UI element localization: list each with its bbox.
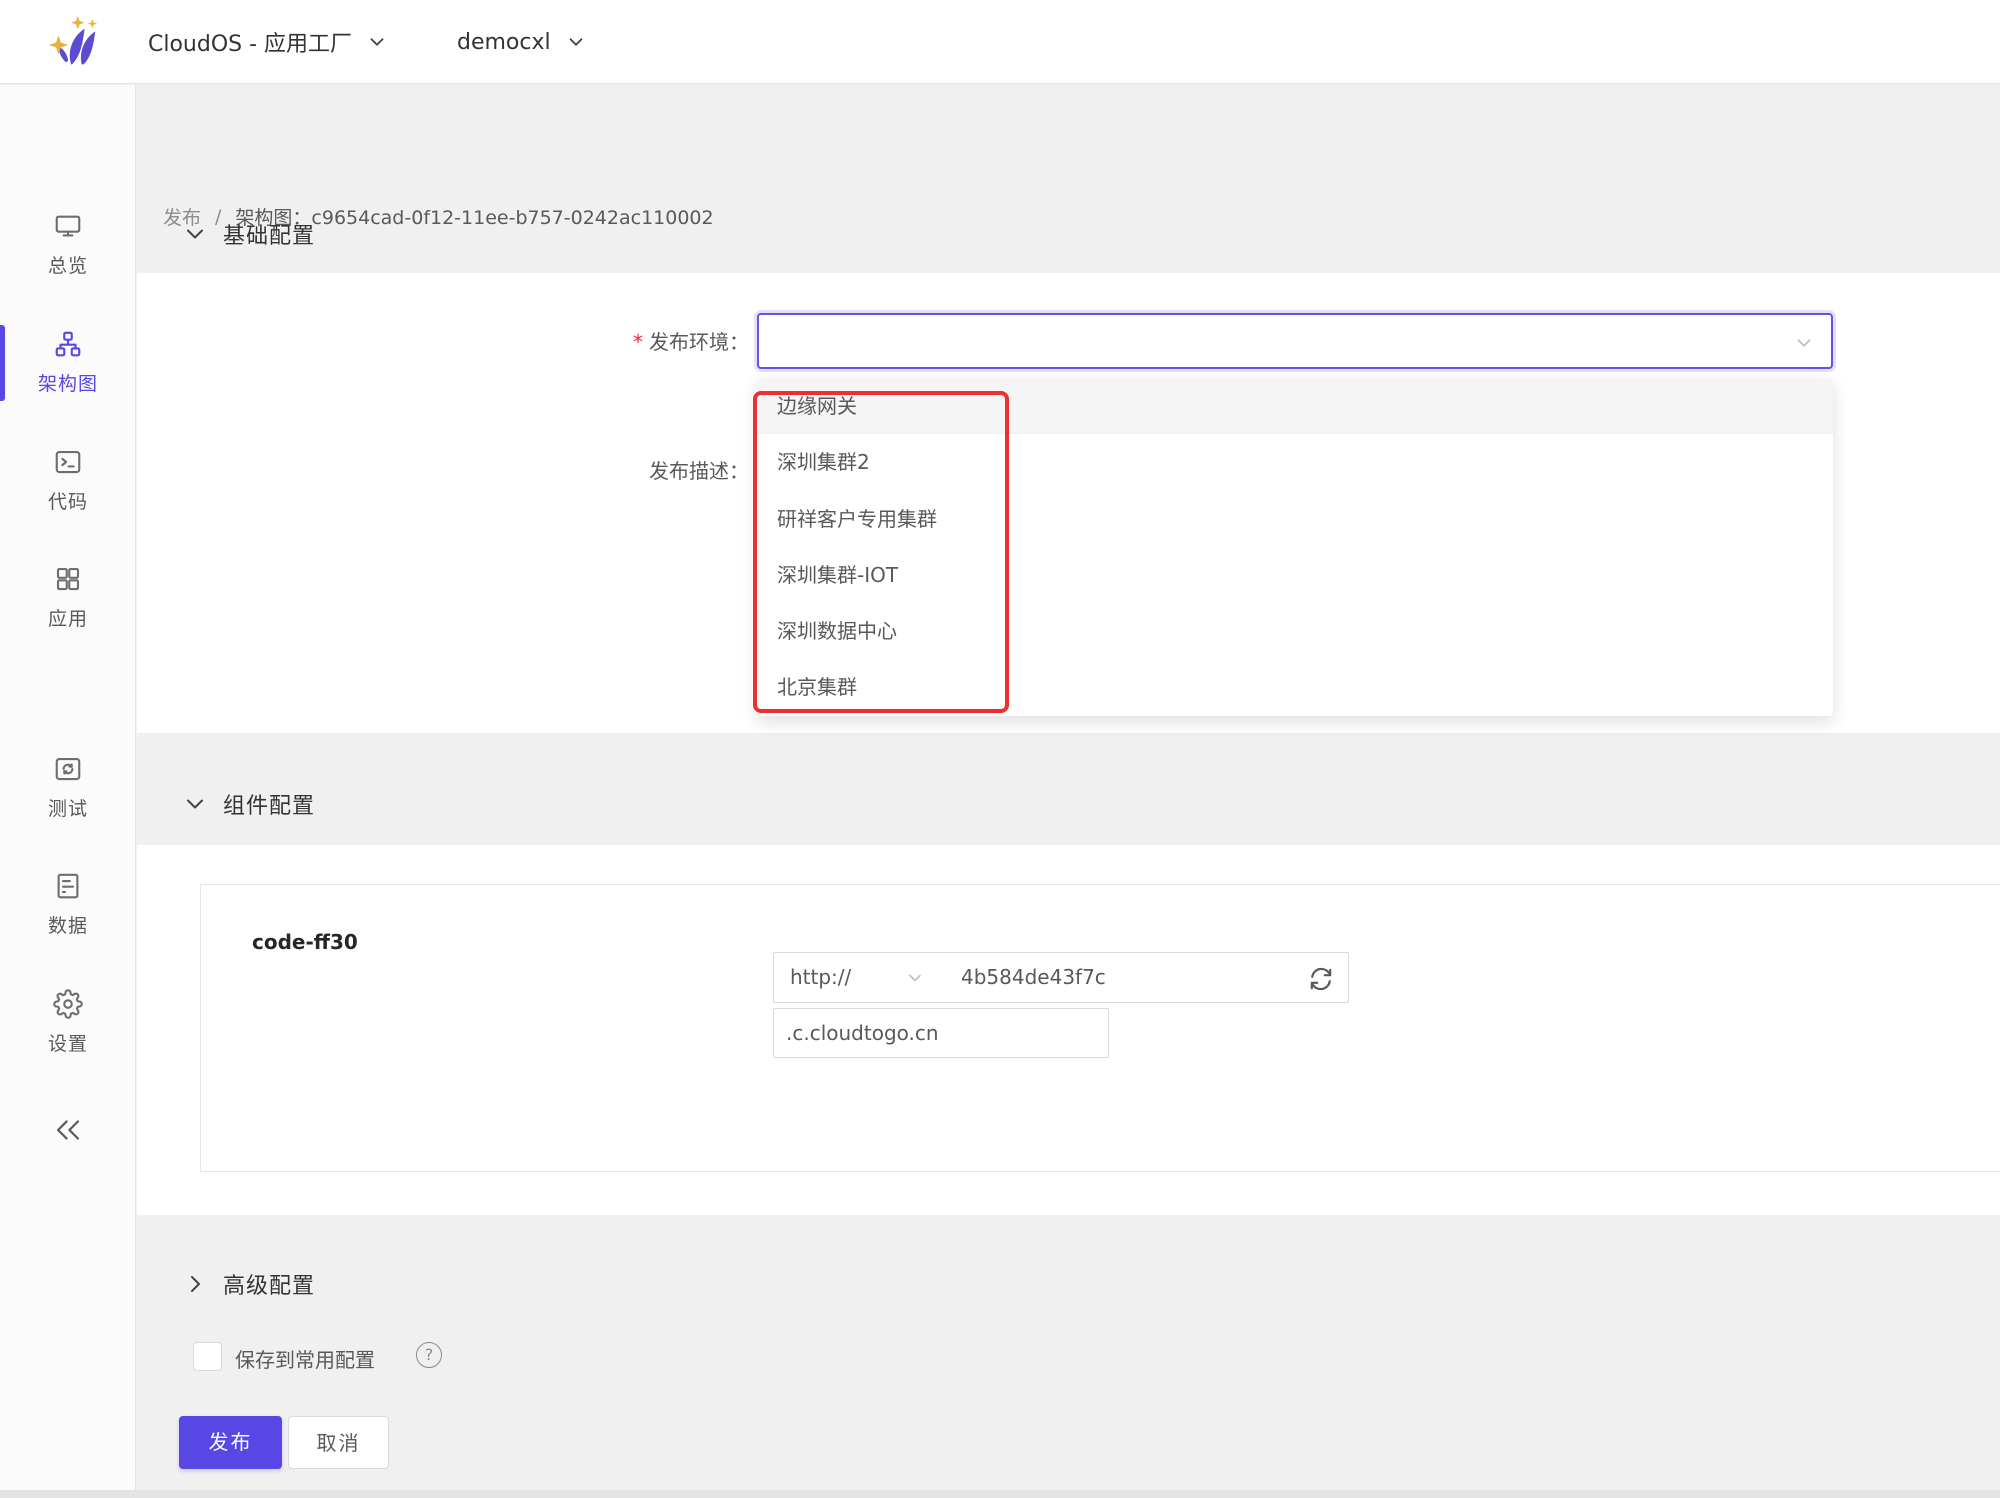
protocol-select[interactable]: http:// bbox=[773, 952, 938, 1003]
env-option-shenzhen-cluster2[interactable]: 深圳集群2 bbox=[757, 434, 1833, 490]
chevron-right-icon bbox=[183, 1272, 207, 1296]
publish-env-select[interactable] bbox=[757, 313, 1833, 369]
domain-value: 4b584de43f7c bbox=[961, 965, 1106, 989]
chevron-down-icon bbox=[183, 792, 207, 816]
publish-button[interactable]: 发布 bbox=[179, 1416, 282, 1469]
sidebar-item-overview[interactable]: 总览 bbox=[0, 211, 136, 278]
section-component-config[interactable]: 组件配置 bbox=[183, 788, 315, 820]
monitor-icon bbox=[53, 211, 83, 241]
sitemap-icon bbox=[53, 329, 83, 359]
sidebar-collapse-button[interactable] bbox=[0, 1113, 136, 1147]
product-title: CloudOS - 应用工厂 bbox=[148, 26, 352, 58]
domain-suffix-value: .c.cloudtogo.cn bbox=[786, 1021, 939, 1045]
test-cycle-icon bbox=[53, 754, 83, 784]
database-icon bbox=[53, 871, 83, 901]
main-content: 发布 / 架构图：c9654cad-0f12-11ee-b757-0242ac1… bbox=[137, 85, 2000, 1490]
chevron-down-icon bbox=[565, 31, 587, 53]
refresh-icon[interactable] bbox=[1308, 966, 1334, 992]
section-basic-config[interactable]: 基础配置 bbox=[183, 218, 315, 250]
domain-suffix-input[interactable]: .c.cloudtogo.cn bbox=[773, 1008, 1109, 1058]
workspace-switcher[interactable]: democxl bbox=[457, 0, 587, 84]
sidebar-item-test[interactable]: 测试 bbox=[0, 754, 136, 821]
sidebar-item-architecture[interactable]: 架构图 bbox=[0, 329, 136, 396]
window-bottom-edge bbox=[0, 1490, 2000, 1498]
required-mark: * bbox=[633, 330, 643, 354]
terminal-icon bbox=[53, 447, 83, 477]
env-dropdown-menu: 边缘网关 深圳集群2 研祥客户专用集群 深圳集群-IOT 深圳数据中心 北京集群 bbox=[757, 378, 1833, 716]
double-chevron-left-icon bbox=[51, 1113, 85, 1147]
chevron-down-icon bbox=[183, 222, 207, 246]
domain-input[interactable]: 4b584de43f7c bbox=[937, 952, 1349, 1003]
sidebar-nav: 总览 架构图 代码 应用 测试 数据 设置 bbox=[0, 85, 136, 1490]
app-header: CloudOS - 应用工厂 democxl bbox=[0, 0, 2000, 84]
chevron-down-icon bbox=[1793, 332, 1815, 354]
help-question-icon[interactable]: ? bbox=[416, 1342, 442, 1368]
app-logo-icon bbox=[42, 12, 104, 74]
chevron-down-icon bbox=[905, 968, 925, 988]
sidebar-item-apps[interactable]: 应用 bbox=[0, 564, 136, 631]
env-option-shenzhen-iot[interactable]: 深圳集群-IOT bbox=[757, 547, 1833, 603]
sidebar-item-settings[interactable]: 设置 bbox=[0, 989, 136, 1056]
save-to-common-label: 保存到常用配置 bbox=[235, 1344, 375, 1373]
protocol-value: http:// bbox=[790, 965, 851, 989]
component-name: code-ff30 bbox=[252, 930, 358, 954]
sidebar-item-code[interactable]: 代码 bbox=[0, 447, 136, 514]
env-option-yanxiang-cluster[interactable]: 研祥客户专用集群 bbox=[757, 491, 1833, 547]
save-to-common-checkbox[interactable] bbox=[193, 1342, 222, 1371]
product-switcher[interactable]: CloudOS - 应用工厂 bbox=[148, 0, 388, 84]
app-grid-icon bbox=[53, 564, 83, 594]
env-option-edge-gateway[interactable]: 边缘网关 bbox=[757, 378, 1833, 434]
workspace-name: democxl bbox=[457, 30, 551, 55]
env-option-beijing-cluster[interactable]: 北京集群 bbox=[757, 659, 1833, 715]
desc-field-label: 发布描述： bbox=[137, 457, 749, 485]
env-field-label: *发布环境： bbox=[137, 328, 749, 356]
section-advanced-config[interactable]: 高级配置 bbox=[183, 1268, 315, 1300]
chevron-down-icon bbox=[366, 31, 388, 53]
sidebar-item-data[interactable]: 数据 bbox=[0, 871, 136, 938]
gear-icon bbox=[53, 989, 83, 1019]
cancel-button[interactable]: 取消 bbox=[288, 1416, 389, 1469]
env-option-shenzhen-datacenter[interactable]: 深圳数据中心 bbox=[757, 603, 1833, 659]
